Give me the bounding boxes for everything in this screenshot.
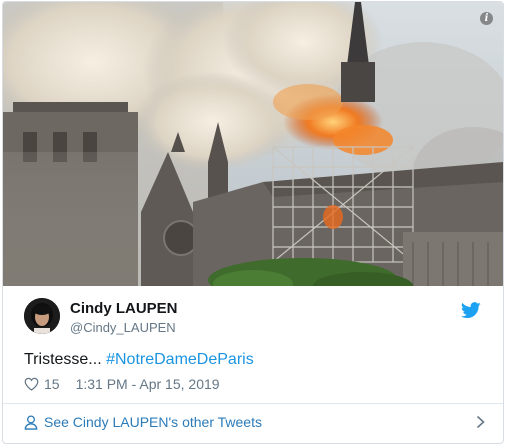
- tweet-photo[interactable]: i: [3, 2, 503, 286]
- author-display-name[interactable]: Cindy LAUPEN: [70, 300, 178, 318]
- heart-icon[interactable]: [24, 377, 39, 391]
- tweet-timestamp[interactable]: 1:31 PM - Apr 15, 2019: [76, 375, 220, 393]
- profile-photo-icon: [24, 298, 60, 334]
- author-names: Cindy LAUPEN @Cindy_LAUPEN: [70, 300, 178, 336]
- see-other-tweets-link[interactable]: See Cindy LAUPEN's other Tweets: [24, 407, 485, 437]
- person-icon: [24, 414, 38, 430]
- chevron-right-icon: [476, 415, 485, 429]
- tweet-text-prefix: Tristesse...: [24, 351, 107, 368]
- avatar[interactable]: [24, 298, 60, 334]
- hashtag-link[interactable]: #NotreDameDeParis: [106, 351, 254, 368]
- divider: [3, 403, 503, 404]
- tweet-meta: 15 1:31 PM - Apr 15, 2019: [24, 375, 220, 393]
- like-count[interactable]: 15: [44, 375, 60, 393]
- author-handle[interactable]: @Cindy_LAUPEN: [70, 319, 178, 336]
- tweet-text: Tristesse... #NotreDameDeParis: [24, 350, 254, 370]
- tweet-author: Cindy LAUPEN @Cindy_LAUPEN: [24, 298, 487, 338]
- twitter-bird-icon[interactable]: [461, 302, 481, 319]
- info-icon[interactable]: i: [480, 12, 493, 25]
- see-other-tweets-label: See Cindy LAUPEN's other Tweets: [44, 414, 262, 430]
- tweet-card: i Cindy LAUPEN @Cindy_LAUPEN Tristesse..…: [2, 1, 504, 444]
- notre-dame-fire-image: [3, 2, 503, 286]
